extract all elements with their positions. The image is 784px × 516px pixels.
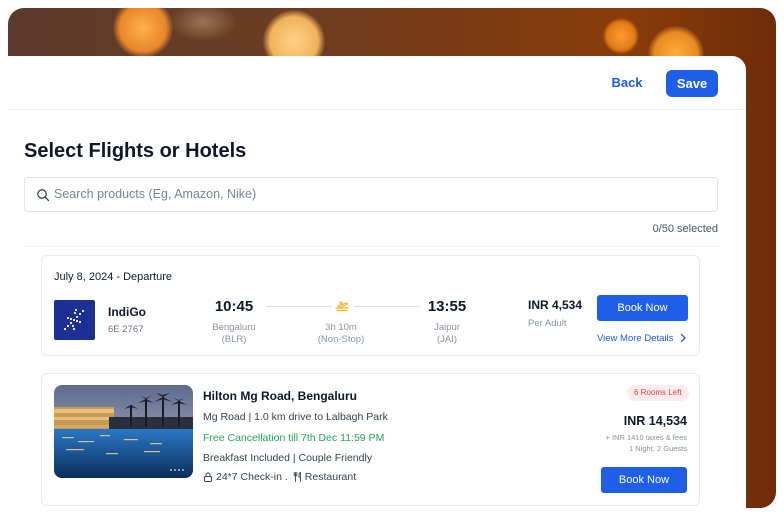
selected-count: 0/50 selected <box>652 223 718 235</box>
hotel-book-now-button[interactable]: Book Now <box>601 467 687 493</box>
arrival-time: 13:55 <box>427 298 467 315</box>
flight-price: INR 4,534 <box>528 298 583 312</box>
hotel-price: INR 14,534 <box>623 414 687 428</box>
flight-book-now-button[interactable]: Book Now <box>597 295 688 321</box>
hotel-location: Mg Road | 1.0 km drive to Lalbagh Park <box>203 411 388 423</box>
back-button[interactable]: Back <box>602 70 652 96</box>
search-icon <box>37 189 50 202</box>
lock-icon <box>204 472 212 482</box>
airline-logo <box>54 300 95 340</box>
price-note: Per Adult <box>528 318 567 329</box>
search-placeholder: Search products (Eg, Amazon, Nike) <box>54 187 257 201</box>
amenity-restaurant: Restaurant <box>304 471 357 483</box>
airline-name: IndiGo <box>108 305 146 319</box>
hotel-name: Hilton Mg Road, Bengaluru <box>203 389 357 403</box>
save-button[interactable]: Save <box>666 70 718 97</box>
plane-icon <box>335 301 349 312</box>
bokeh-light <box>113 8 173 58</box>
indigo-logo-icon <box>63 308 85 331</box>
flight-stops: (Non-Stop) <box>317 334 365 345</box>
arrival-code: (JAI) <box>436 334 458 345</box>
hotel-amenities: 24*7 Check-in . Restaurant <box>203 471 356 483</box>
free-cancellation: Free Cancellation till 7th Dec 11:59 PM <box>203 432 385 444</box>
bokeh-light <box>168 8 238 42</box>
restaurant-icon <box>293 472 301 482</box>
arrival-city: Jaipur <box>434 322 460 333</box>
rooms-left-badge: 6 Rooms Left <box>627 385 689 401</box>
hotel-stay-info: 1 Night, 2 Guests <box>629 444 687 453</box>
flight-card: July 8, 2024 - Departure IndiGo 6E 2767 … <box>41 255 700 356</box>
departure-city: Bengaluru <box>212 322 256 333</box>
bokeh-light <box>603 18 639 54</box>
page-title: Select Flights or Hotels <box>24 140 247 162</box>
hotel-photo <box>54 385 193 478</box>
departure-code: (BLR) <box>221 334 247 345</box>
route-line <box>354 306 420 307</box>
flight-number: 6E 2767 <box>108 324 144 335</box>
amenity-checkin: 24*7 Check-in . <box>216 471 288 483</box>
product-selection-panel: Back Save Select Flights or Hotels Searc… <box>8 56 746 508</box>
hotel-card: Hilton Mg Road, Bengaluru Mg Road | 1.0 … <box>41 373 700 506</box>
divider <box>24 246 718 247</box>
top-bar: Back Save <box>8 56 746 110</box>
chevron-right-icon[interactable] <box>678 333 688 343</box>
view-more-details-link[interactable]: View More Details <box>597 333 673 344</box>
search-input[interactable]: Search products (Eg, Amazon, Nike) <box>24 177 718 212</box>
departure-time: 10:45 <box>214 298 254 315</box>
hotel-taxes: + INR 1410 taxes & fees <box>605 433 687 442</box>
flight-duration: 3h 10m <box>325 322 357 333</box>
hotel-features: Breakfast Included | Couple Friendly <box>203 452 373 464</box>
departure-date: July 8, 2024 - Departure <box>54 271 173 283</box>
route-line <box>266 306 332 307</box>
